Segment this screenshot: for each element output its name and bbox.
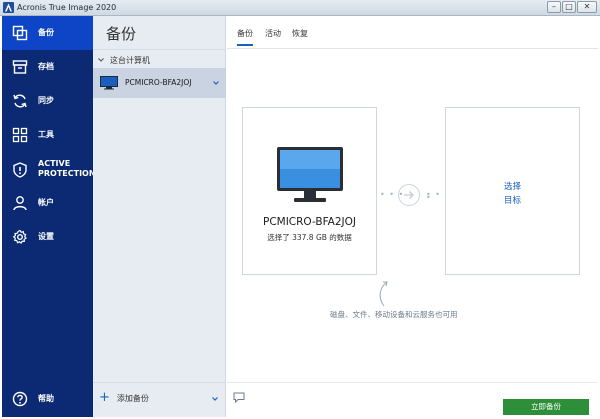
close-button[interactable]: ✕ <box>577 1 597 13</box>
minimize-button[interactable]: – <box>547 1 561 13</box>
sidebar-item-account[interactable]: 帐户 <box>2 186 93 220</box>
section-label: 这台计算机 <box>110 55 150 65</box>
acronis-logo-icon <box>3 2 14 13</box>
grid-icon <box>12 127 28 143</box>
sidebar-item-help[interactable]: 帮助 <box>2 382 93 416</box>
tab-backup[interactable]: 备份 <box>237 28 253 46</box>
backup-source-card[interactable]: PCMICRO-BFA2JOJ 选择了 337.8 GB 的数据 <box>242 107 377 275</box>
chevron-down-icon <box>97 56 105 64</box>
machine-name: PCMICRO-BFA2JOJ <box>125 78 192 87</box>
sidebar-item-label: 同步 <box>38 96 54 105</box>
destination-line2: 目标 <box>503 196 521 206</box>
sidebar-item-sync[interactable]: 同步 <box>2 84 93 118</box>
sidebar-item-label: 存档 <box>38 62 54 71</box>
sidebar-item-tools[interactable]: 工具 <box>2 118 93 152</box>
chevron-down-icon[interactable] <box>212 79 220 87</box>
hint-text: 磁盘、文件、移动设备和云服务也可用 <box>330 310 458 319</box>
main-content: 备份 活动 恢复 PCMICRO-BFA2JOJ 选择了 337.8 GB 的数… <box>227 16 598 417</box>
backup-list-panel: 备份 这台计算机 PCMICRO-BFA2JOJ + 添加备份 <box>93 16 226 417</box>
backup-list-item[interactable]: PCMICRO-BFA2JOJ <box>93 68 226 98</box>
backup-destination-card[interactable]: 选择 目标 <box>445 107 580 275</box>
add-backup-button[interactable]: + 添加备份 <box>99 390 149 405</box>
dots-right: • • • <box>426 190 441 202</box>
add-backup-label: 添加备份 <box>116 393 149 403</box>
sidebar-item-label-line2: PROTECTION <box>38 169 96 178</box>
start-backup-button[interactable]: 立即备份 <box>503 399 589 415</box>
copy-icon <box>12 25 28 41</box>
plus-icon: + <box>99 390 110 405</box>
user-icon <box>12 195 28 211</box>
arrow-right-icon <box>398 184 420 206</box>
tab-recovery[interactable]: 恢复 <box>292 28 308 44</box>
section-header[interactable]: 这台计算机 <box>97 54 150 66</box>
chevron-down-icon[interactable] <box>211 395 219 403</box>
sidebar-item-archive[interactable]: 存档 <box>2 50 93 84</box>
maximize-button[interactable]: □ <box>562 1 576 13</box>
curved-arrow-icon <box>375 278 397 308</box>
window-controls: – □ ✕ <box>547 1 597 13</box>
flow-arrow: • • • • • • <box>378 184 444 206</box>
sidebar-item-label: 帐户 <box>38 198 54 207</box>
tab-bar: 备份 活动 恢复 <box>227 16 598 49</box>
sync-icon <box>12 93 28 109</box>
destination-prompt: 选择 目标 <box>446 180 579 208</box>
computer-icon <box>276 146 344 204</box>
chat-icon[interactable] <box>233 392 245 404</box>
sidebar-item-label: ACTIVE <box>38 159 71 168</box>
sidebar-item-active-protection[interactable]: ACTIVE PROTECTION <box>2 152 96 188</box>
help-icon <box>12 391 28 407</box>
sidebar-item-label: 帮助 <box>38 394 54 403</box>
destination-line1: 选择 <box>503 182 521 192</box>
sidebar-item-label: 设置 <box>38 232 54 241</box>
sidebar-item-label: 工具 <box>38 130 54 139</box>
sidebar-item-backup[interactable]: 备份 <box>2 16 93 50</box>
tab-activity[interactable]: 活动 <box>265 28 281 44</box>
shield-icon <box>12 162 28 178</box>
sidebar-item-settings[interactable]: 设置 <box>2 220 93 254</box>
source-info: 选择了 337.8 GB 的数据 <box>267 233 352 242</box>
divider <box>93 49 226 50</box>
divider <box>227 382 598 383</box>
divider <box>93 382 226 383</box>
window-title: Acronis True Image 2020 <box>17 3 117 12</box>
main-sidebar: 备份 存档 同步 工具 ACTIVE PROTECTION 帐户 设置 帮助 <box>2 16 96 417</box>
source-name: PCMICRO-BFA2JOJ <box>262 216 357 228</box>
computer-icon <box>100 76 118 90</box>
title-bar: Acronis True Image 2020 – □ ✕ <box>0 0 600 16</box>
sidebar-item-label: 备份 <box>38 28 54 37</box>
gear-icon <box>12 229 28 245</box>
panel-title: 备份 <box>106 25 137 43</box>
archive-icon <box>12 59 28 75</box>
